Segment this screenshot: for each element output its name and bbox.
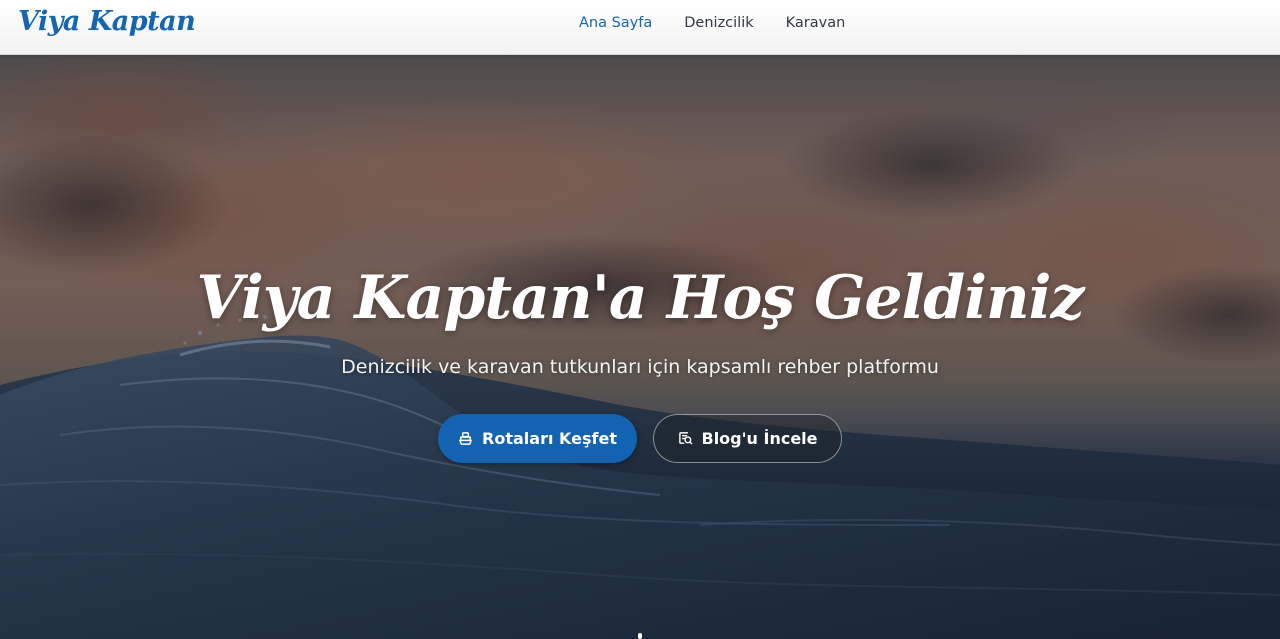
view-blog-button[interactable]: Blog'u İncele (653, 414, 842, 463)
scroll-indicator[interactable] (638, 633, 642, 639)
hero-section: Viya Kaptan'a Hoş Geldiniz Denizcilik ve… (0, 55, 1280, 639)
site-logo[interactable]: Viya Kaptan (18, 6, 196, 37)
explore-routes-button[interactable]: Rotaları Keşfet (438, 414, 637, 463)
nav-link-ana-sayfa[interactable]: Ana Sayfa (579, 15, 652, 31)
hero-subtitle: Denizcilik ve karavan tutkunları için ka… (341, 356, 939, 378)
main-nav: Ana Sayfa Denizcilik Karavan (579, 0, 877, 46)
explore-routes-label: Rotaları Keşfet (482, 429, 617, 448)
view-blog-label: Blog'u İncele (701, 429, 818, 448)
hero-title: Viya Kaptan'a Hoş Geldiniz (196, 263, 1084, 333)
navbar: Viya Kaptan Ana Sayfa Denizcilik Karavan (0, 0, 1280, 55)
nav-link-karavan[interactable]: Karavan (786, 15, 846, 31)
blog-search-icon (678, 431, 693, 446)
hero-content: Viya Kaptan'a Hoş Geldiniz Denizcilik ve… (0, 55, 1280, 639)
ship-icon (458, 431, 473, 446)
nav-link-denizcilik[interactable]: Denizcilik (684, 15, 753, 31)
